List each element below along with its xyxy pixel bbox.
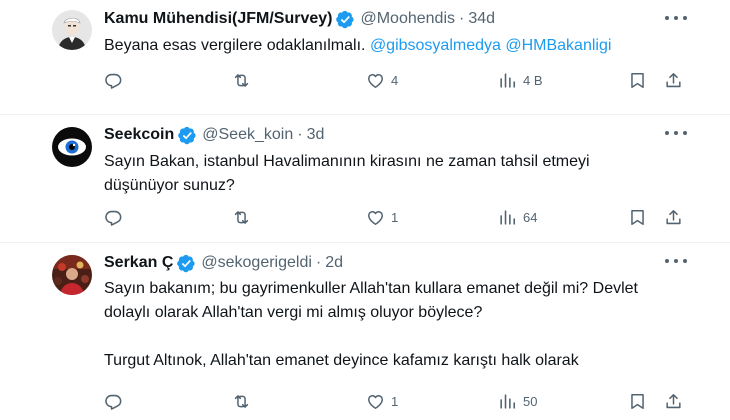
views-icon	[498, 392, 517, 411]
retweet-button[interactable]	[232, 68, 257, 92]
like-count: 1	[391, 209, 399, 225]
tweet-text-line: düşünüyor sunuz?	[104, 177, 235, 194]
separator-dot: ·	[297, 126, 303, 143]
separator-dot: ·	[459, 10, 465, 27]
like-count: 1	[391, 393, 399, 409]
action-bar: 4 4 B	[104, 68, 686, 92]
bookmark-button[interactable]	[628, 389, 647, 413]
tweet[interactable]: Serkan Ç @sekogerigeldi · 2d Sayın bakan…	[0, 242, 730, 420]
share-button[interactable]	[664, 205, 683, 229]
reply-icon	[104, 71, 123, 90]
retweet-icon	[232, 208, 251, 227]
reply-icon	[104, 392, 123, 411]
like-icon	[366, 208, 385, 227]
like-icon	[366, 392, 385, 411]
share-icon	[664, 208, 683, 227]
user-handle[interactable]: @sekogerigeldi	[201, 254, 312, 272]
tweet-text-line: Sayın Bakan, istanbul Havalimanının kira…	[104, 153, 590, 170]
retweet-icon	[232, 71, 251, 90]
verified-badge-icon	[336, 10, 355, 29]
display-name[interactable]: Seekcoin	[104, 126, 174, 144]
action-bar: 1 50	[104, 389, 686, 413]
views-button[interactable]: 4 B	[498, 68, 543, 92]
reply-button[interactable]	[104, 389, 129, 413]
like-button[interactable]: 4	[366, 68, 398, 92]
verified-badge-icon	[178, 126, 197, 145]
more-icon[interactable]	[665, 12, 687, 24]
tweet-text-line: Turgut Altınok, Allah'tan emanet deyince…	[104, 352, 579, 369]
action-bar: 1 64	[104, 205, 686, 229]
reply-button[interactable]	[104, 205, 129, 229]
bookmark-button[interactable]	[628, 205, 647, 229]
retweet-button[interactable]	[232, 389, 257, 413]
mention-link[interactable]: @gibsosyalmedya	[370, 37, 501, 54]
more-icon[interactable]	[665, 255, 687, 267]
bookmark-icon	[628, 208, 647, 227]
views-button[interactable]: 64	[498, 205, 537, 229]
like-button[interactable]: 1	[366, 389, 398, 413]
mention-link[interactable]: @HMBakanligi	[505, 37, 611, 54]
tweet-text-body: Beyana esas vergilere odaklanılmalı.	[104, 37, 366, 54]
tweet-text-line: dolaylı olarak Allah'tan vergi mi almış …	[104, 304, 483, 321]
tweet[interactable]: Kamu Mühendisi(JFM/Survey) @Moohendis · …	[0, 0, 730, 114]
tweet-text: Sayın Bakan, istanbul Havalimanının kira…	[104, 150, 590, 198]
like-button[interactable]: 1	[366, 205, 398, 229]
timestamp[interactable]: 34d	[468, 10, 495, 28]
timestamp[interactable]: 2d	[325, 254, 343, 272]
tweet-header: Serkan Ç @sekogerigeldi · 2d	[104, 252, 343, 274]
views-button[interactable]: 50	[498, 389, 537, 413]
separator-dot: ·	[315, 254, 322, 271]
tweet-text: Beyana esas vergilere odaklanılmalı. @gi…	[104, 34, 611, 58]
user-handle[interactable]: @Moohendis	[360, 10, 455, 28]
display-name[interactable]: Serkan Ç	[104, 254, 173, 272]
avatar[interactable]	[52, 10, 92, 50]
avatar[interactable]	[52, 255, 92, 295]
retweet-icon	[232, 392, 251, 411]
tweet[interactable]: Seekcoin @Seek_koin · 3d Sayın Bakan, is…	[0, 114, 730, 242]
bookmark-button[interactable]	[628, 68, 647, 92]
verified-badge-icon	[177, 254, 196, 273]
view-count: 50	[523, 393, 538, 409]
tweet-header: Seekcoin @Seek_koin · 3d	[104, 124, 324, 146]
retweet-button[interactable]	[232, 205, 257, 229]
reply-button[interactable]	[104, 68, 129, 92]
timestamp[interactable]: 3d	[307, 126, 325, 144]
view-count: 64	[523, 209, 538, 225]
tweet-header: Kamu Mühendisi(JFM/Survey) @Moohendis · …	[104, 8, 495, 30]
tweet-text: Sayın bakanım; bu gayrimenkuller Allah't…	[104, 277, 638, 373]
bookmark-icon	[628, 71, 647, 90]
display-name[interactable]: Kamu Mühendisi(JFM/Survey)	[104, 10, 332, 28]
like-count: 4	[391, 72, 399, 88]
share-icon	[664, 71, 683, 90]
avatar[interactable]	[52, 127, 92, 167]
user-handle[interactable]: @Seek_koin	[202, 126, 293, 144]
like-icon	[366, 71, 385, 90]
share-button[interactable]	[664, 389, 683, 413]
bookmark-icon	[628, 392, 647, 411]
view-count: 4 B	[523, 72, 543, 88]
share-icon	[664, 392, 683, 411]
tweet-text-line: Sayın bakanım; bu gayrimenkuller Allah't…	[104, 280, 638, 297]
more-icon[interactable]	[665, 127, 687, 139]
share-button[interactable]	[664, 68, 683, 92]
views-icon	[498, 208, 517, 227]
reply-icon	[104, 208, 123, 227]
views-icon	[498, 71, 517, 90]
